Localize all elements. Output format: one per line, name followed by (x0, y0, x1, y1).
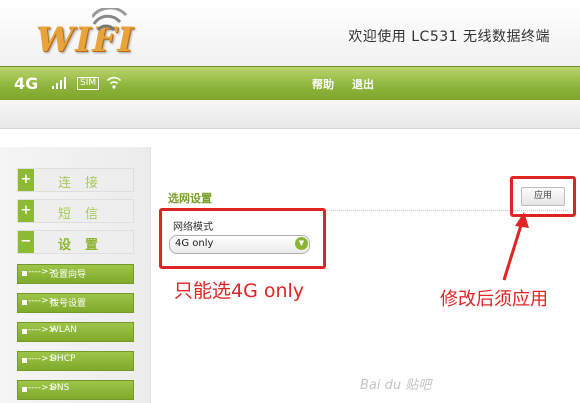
sidebar-item-setup-wizard[interactable]: ---->> 设置向导 (17, 264, 134, 284)
highlight-box-select (159, 208, 326, 269)
annotation-arrow-icon (502, 212, 529, 281)
sidebar-item-dns[interactable]: ---->> DNS (17, 380, 134, 400)
bullet-icon (22, 387, 27, 392)
menu-settings[interactable]: − 设置 (17, 230, 134, 254)
welcome-text: 欢迎使用 LC531 无线数据终端 (348, 29, 550, 45)
expand-icon: + (18, 200, 34, 222)
header: WIFI 欢迎使用 LC531 无线数据终端 (0, 0, 580, 66)
bullet-icon (22, 271, 27, 276)
sidebar-item-label: DHCP (50, 354, 76, 364)
sidebar-item-label: 设置向导 (50, 270, 87, 280)
expand-icon: + (18, 169, 34, 191)
bullet-icon (22, 358, 27, 363)
menu-label: 连接 (58, 176, 113, 191)
signal-icon (52, 77, 66, 89)
sidebar-item-label: DNS (50, 383, 70, 393)
annotation-apply-note: 修改后须应用 (440, 289, 548, 310)
top-navbar: 4G SIM 帮助 退出 (0, 66, 580, 100)
menu-label: 设置 (58, 238, 113, 253)
sidebar-item-label: 拨号设置 (50, 299, 87, 309)
sidebar-item-wlan[interactable]: ---->> WLAN (17, 322, 134, 342)
menu-sms[interactable]: + 短信 (17, 199, 134, 223)
sim-icon: SIM (77, 77, 100, 90)
wifi-logo: WIFI (34, 8, 134, 60)
sidebar: + 连接 + 短信 − 设置 ---->> 设置向导 ---->> 拨号设置 -… (0, 147, 151, 403)
bullet-icon (22, 329, 27, 334)
network-type: 4G (14, 74, 39, 93)
sidebar-item-label: WLAN (50, 325, 78, 335)
collapse-icon: − (18, 231, 34, 253)
sidebar-item-dhcp[interactable]: ---->> DHCP (17, 351, 134, 371)
sub-header-bar (0, 100, 580, 129)
bullet-icon (22, 300, 27, 305)
help-link[interactable]: 帮助 (312, 76, 334, 92)
wifi-icon (106, 76, 122, 89)
watermark: Bai du 贴吧 (360, 378, 432, 393)
menu-connect[interactable]: + 连接 (17, 168, 134, 192)
logout-link[interactable]: 退出 (352, 76, 374, 92)
section-title: 选网设置 (168, 192, 212, 205)
annotation-select-note: 只能选4G only (174, 280, 305, 302)
logo-wave-icon (92, 8, 128, 32)
sidebar-item-dial-settings[interactable]: ---->> 拨号设置 (17, 293, 134, 313)
menu-label: 短信 (58, 207, 113, 222)
